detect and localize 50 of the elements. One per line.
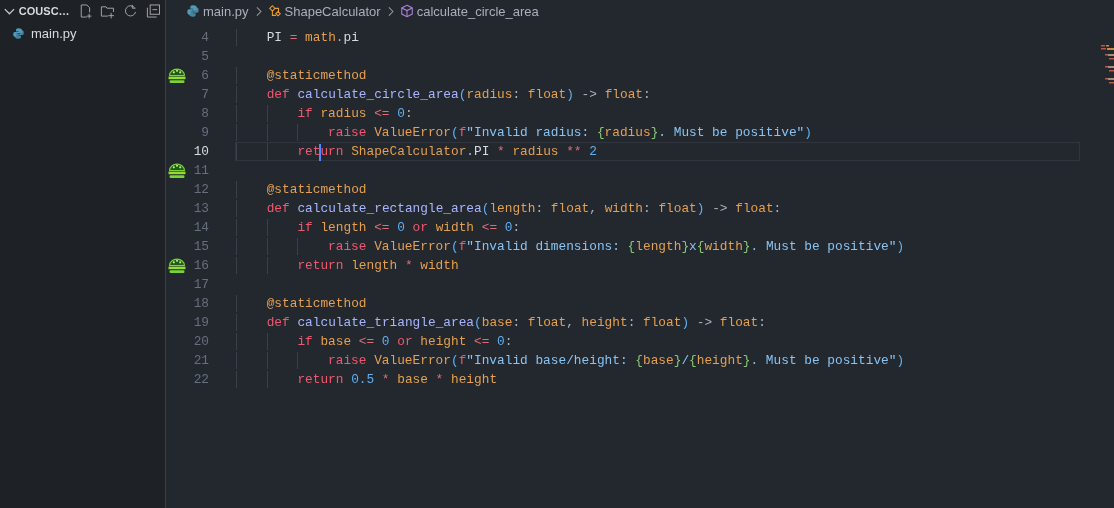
new-folder-icon[interactable] [100,3,116,19]
breadcrumb-item[interactable]: ShapeCalculator [284,3,381,19]
code-line: return length * width [297,257,459,274]
code-line: raise ValueError(f"Invalid dimensions: {length}x{width}. Must be positive") [328,238,905,255]
breadcrumb-item[interactable]: main.py [203,3,249,19]
line-number: 22 [192,372,209,387]
code-line: return ShapeCalculator.PI * radius ** 2 [297,143,597,160]
line-number: 8 [200,106,209,121]
line-number: 4 [200,30,209,45]
breadcrumb-item[interactable]: calculate_circle_area [416,3,539,19]
class-icon [267,4,282,18]
code-line: return 0.5 * base * height [297,371,498,388]
code-line: if length <= 0 or width <= 0: [297,219,521,236]
python-icon [186,4,200,18]
code-line: if radius <= 0: [297,105,413,122]
line-number: 17 [192,277,209,292]
line-number: 20 [192,334,209,349]
collapse-all-icon[interactable] [146,3,162,19]
code-line: @staticmethod [266,295,367,312]
line-number: 5 [200,49,209,64]
code-line: def calculate_rectangle_area(length: float, width: float) -> float: [266,200,782,217]
line-number: 9 [200,125,209,140]
line-number: 21 [192,353,209,368]
line-number: 11 [192,163,209,178]
code-line: def calculate_triangle_area(base: float, height: float) -> float: [266,314,766,331]
line-number: 15 [192,239,209,254]
line-number: 13 [192,201,209,216]
line-number: 7 [200,87,209,102]
line-number: 12 [192,182,209,197]
striped-dome-icon [167,257,187,274]
striped-dome-icon [167,162,187,179]
file-item[interactable]: main.py [0,22,165,44]
code-line: raise ValueError(f"Invalid base/height: {base}/{height}. Must be positive") [328,352,905,369]
code-line: @staticmethod [266,181,367,198]
refresh-icon[interactable] [123,3,139,19]
code-line: raise ValueError(f"Invalid radius: {radius}. Must be positive") [328,124,812,141]
line-number: 10 [192,144,209,159]
code-line: @staticmethod [266,67,367,84]
python-icon [12,26,25,40]
code-line: PI = math.pi [266,29,359,46]
striped-dome-icon [167,67,187,84]
code-line: def calculate_circle_area(radius: float) -> float: [266,86,651,103]
cube-icon [399,4,414,18]
line-number: 16 [192,258,209,273]
line-number: 14 [192,220,209,235]
line-number: 19 [192,315,209,330]
line-number: 18 [192,296,209,311]
line-number: 6 [200,68,209,83]
code-line: if base <= 0 or height <= 0: [297,333,513,350]
folder-name[interactable]: COUSC… [18,5,70,17]
